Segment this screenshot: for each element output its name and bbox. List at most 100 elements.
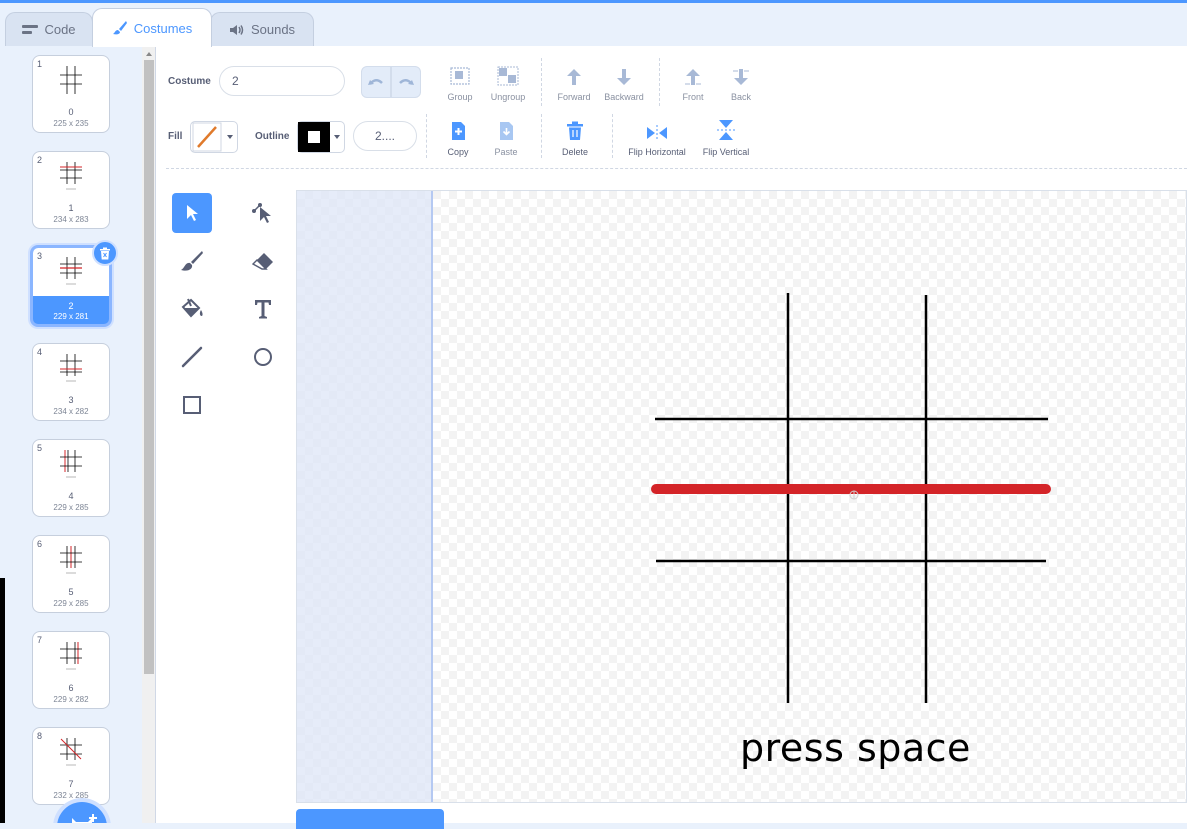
costume-size: 234 x 283: [53, 215, 89, 224]
costume-number: 1: [37, 59, 43, 69]
eraser-tool[interactable]: [243, 241, 283, 281]
costume-number: 2: [37, 155, 43, 165]
drawing-canvas[interactable]: press space: [296, 190, 1187, 803]
front-button[interactable]: Front: [667, 64, 719, 102]
costume-size: 229 x 285: [53, 599, 89, 608]
backward-label: Backward: [604, 92, 644, 102]
costume-list: 1 0 225 x 235 2 1 234 x 283 3 2 229 x 28…: [5, 46, 156, 823]
paste-label: Paste: [494, 147, 518, 157]
speaker-icon: [229, 24, 244, 35]
copy-button[interactable]: Copy: [432, 119, 484, 157]
trash-icon: [100, 247, 110, 259]
line-icon: [181, 346, 203, 368]
paste-button[interactable]: Paste: [480, 119, 532, 157]
flip-vertical-icon: [717, 120, 735, 140]
costume-size: 232 x 285: [53, 791, 89, 800]
copy-label: Copy: [447, 147, 469, 157]
circle-icon: [254, 348, 272, 366]
forward-icon: [567, 69, 581, 85]
costume-name: 5: [68, 587, 74, 597]
group-label: Group: [447, 92, 473, 102]
flip-vertical-button[interactable]: Flip Vertical: [694, 119, 758, 157]
text-tool[interactable]: [243, 289, 283, 329]
costume-size: 229 x 281: [53, 312, 89, 321]
tab-code-label: Code: [44, 22, 76, 37]
circle-tool[interactable]: [243, 337, 283, 377]
costume-size: 229 x 285: [53, 503, 89, 512]
undo-button[interactable]: [361, 66, 391, 98]
costume-drawing: [651, 293, 1051, 703]
costume-item[interactable]: 5 4 229 x 285: [32, 439, 110, 517]
costume-item[interactable]: 6 5 229 x 285: [32, 535, 110, 613]
costume-name-input[interactable]: 2: [219, 66, 345, 96]
brush-tool[interactable]: [172, 241, 212, 281]
pointer-icon: [187, 205, 198, 221]
fill-color-picker[interactable]: [190, 121, 238, 153]
convert-button[interactable]: [296, 809, 444, 829]
tab-costumes-label: Costumes: [133, 20, 193, 36]
costume-thumbnail: [60, 450, 82, 478]
fill-tool[interactable]: [172, 289, 212, 329]
press-space-text: press space: [740, 726, 971, 770]
costume-size: 234 x 282: [53, 407, 89, 416]
front-label: Front: [682, 92, 704, 102]
group-icon: [450, 67, 470, 85]
ungroup-icon: [497, 66, 519, 86]
separator: [426, 114, 427, 158]
costume-thumbnail: [60, 546, 82, 574]
fill-swatch-icon: [192, 122, 222, 152]
costume-thumbnail: [60, 66, 82, 94]
flip-horizontal-label: Flip Horizontal: [628, 147, 686, 157]
back-label: Back: [730, 92, 751, 102]
costume-item[interactable]: 2 1 234 x 283: [32, 151, 110, 229]
flip-horizontal-button[interactable]: Flip Horizontal: [620, 119, 694, 157]
costume-number: 7: [37, 635, 43, 645]
costume-item[interactable]: 4 3 234 x 282: [32, 343, 110, 421]
scroll-up-arrow[interactable]: [146, 52, 152, 56]
tab-costumes[interactable]: Costumes: [92, 8, 212, 47]
tab-code[interactable]: Code: [5, 12, 93, 46]
outline-dropdown-caret: [334, 135, 340, 139]
costume-number: 3: [37, 251, 43, 261]
rectangle-tool[interactable]: [172, 385, 212, 425]
delete-button[interactable]: Delete: [549, 119, 601, 157]
tab-sounds-label: Sounds: [250, 22, 296, 37]
costume-size: 229 x 282: [53, 695, 89, 704]
outline-width-input[interactable]: 2....: [353, 121, 417, 151]
back-button[interactable]: Back: [715, 64, 767, 102]
choose-costume-button[interactable]: [57, 802, 107, 823]
back-icon: [733, 69, 749, 85]
ungroup-label: Ungroup: [490, 92, 526, 102]
forward-button[interactable]: Forward: [548, 64, 600, 102]
costume-name: 4: [68, 491, 74, 501]
delete-costume-button[interactable]: [92, 240, 118, 266]
flip-horizontal-icon: [647, 125, 667, 141]
brush-icon: [181, 251, 203, 271]
top-accent-strip: [0, 0, 1187, 3]
backward-button[interactable]: Backward: [598, 64, 650, 102]
fill-bucket-icon: [181, 298, 203, 318]
outline-label: Outline: [255, 131, 290, 142]
undo-icon: [368, 79, 383, 85]
outline-color-picker[interactable]: [297, 121, 345, 153]
ungroup-button[interactable]: Ungroup: [482, 64, 534, 102]
costume-item[interactable]: 7 6 229 x 282: [32, 631, 110, 709]
costume-list-scrollbar[interactable]: [142, 46, 155, 823]
costume-label: Costume: [168, 76, 211, 87]
tab-sounds[interactable]: Sounds: [210, 12, 314, 46]
scroll-thumb[interactable]: [144, 60, 154, 674]
copy-icon: [452, 122, 465, 140]
line-tool[interactable]: [172, 337, 212, 377]
costume-item[interactable]: 8 7 232 x 285: [32, 727, 110, 805]
costume-number: 4: [37, 347, 43, 357]
group-button[interactable]: Group: [434, 64, 486, 102]
reshape-icon: [252, 203, 271, 223]
toolbar-divider: [166, 168, 1187, 169]
reshape-tool[interactable]: [243, 193, 283, 233]
costume-thumbnail: [60, 257, 82, 285]
delete-label: Delete: [561, 147, 588, 157]
outline-swatch-icon: [298, 122, 330, 152]
costume-item[interactable]: 1 0 225 x 235: [32, 55, 110, 133]
redo-button[interactable]: [391, 66, 421, 98]
select-tool[interactable]: [172, 193, 212, 233]
